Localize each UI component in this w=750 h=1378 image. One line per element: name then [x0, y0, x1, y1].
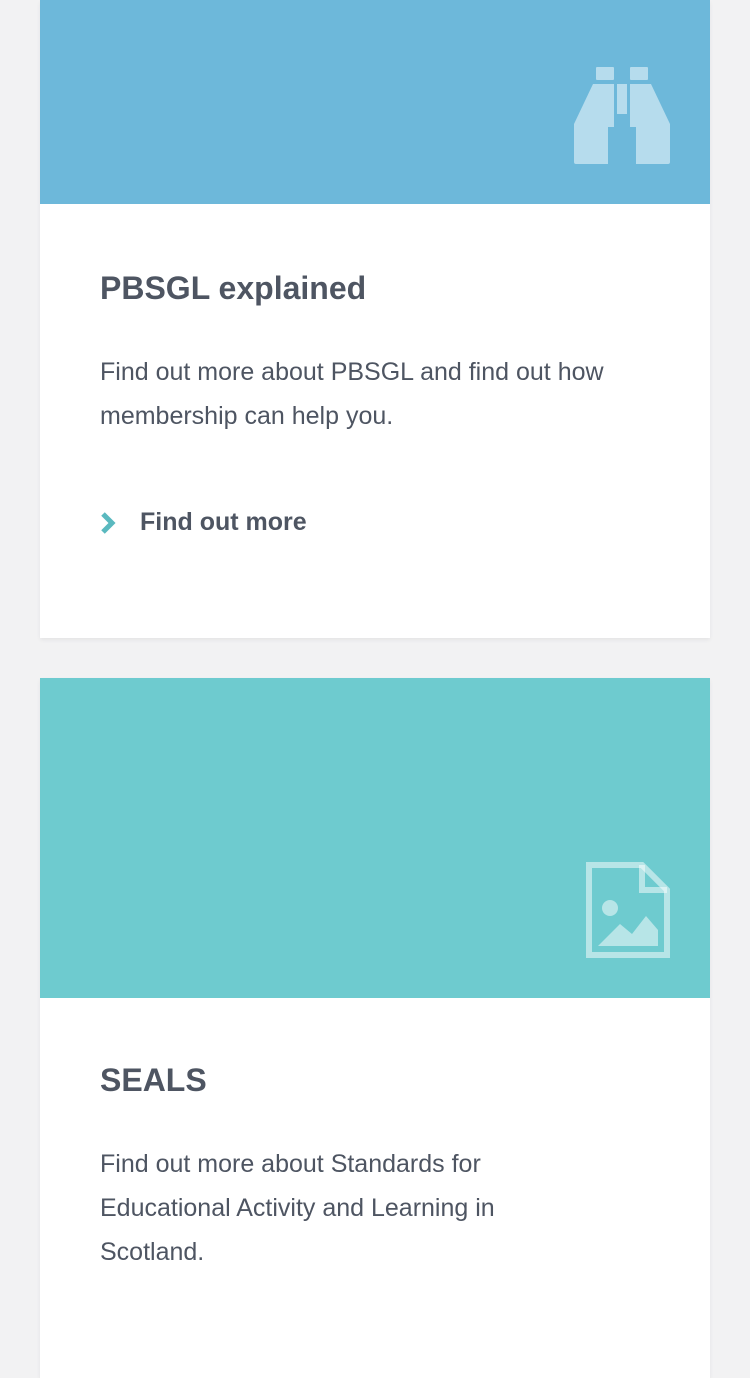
image-file-icon	[586, 862, 670, 958]
card-description: Find out more about Standards for Educat…	[100, 1150, 495, 1266]
card-seals: SEALS Find out more about Standards for …	[40, 678, 710, 1378]
card-body: SEALS Find out more about Standards for …	[40, 998, 710, 1274]
card-body: PBSGL explained Find out more about PBSG…	[40, 204, 710, 537]
card-pbsgl-explained: PBSGL explained Find out more about PBSG…	[40, 0, 710, 638]
find-out-more-label: Find out more	[140, 508, 307, 536]
binoculars-icon	[574, 67, 670, 164]
find-out-more-link[interactable]: Find out more	[100, 508, 650, 537]
chevron-right-icon	[101, 511, 116, 534]
card-description: Find out more about PBSGL and find out h…	[100, 358, 604, 430]
card-title: SEALS	[100, 1062, 207, 1098]
card-banner	[40, 678, 710, 998]
card-title: PBSGL explained	[100, 270, 367, 306]
card-banner	[40, 0, 710, 204]
